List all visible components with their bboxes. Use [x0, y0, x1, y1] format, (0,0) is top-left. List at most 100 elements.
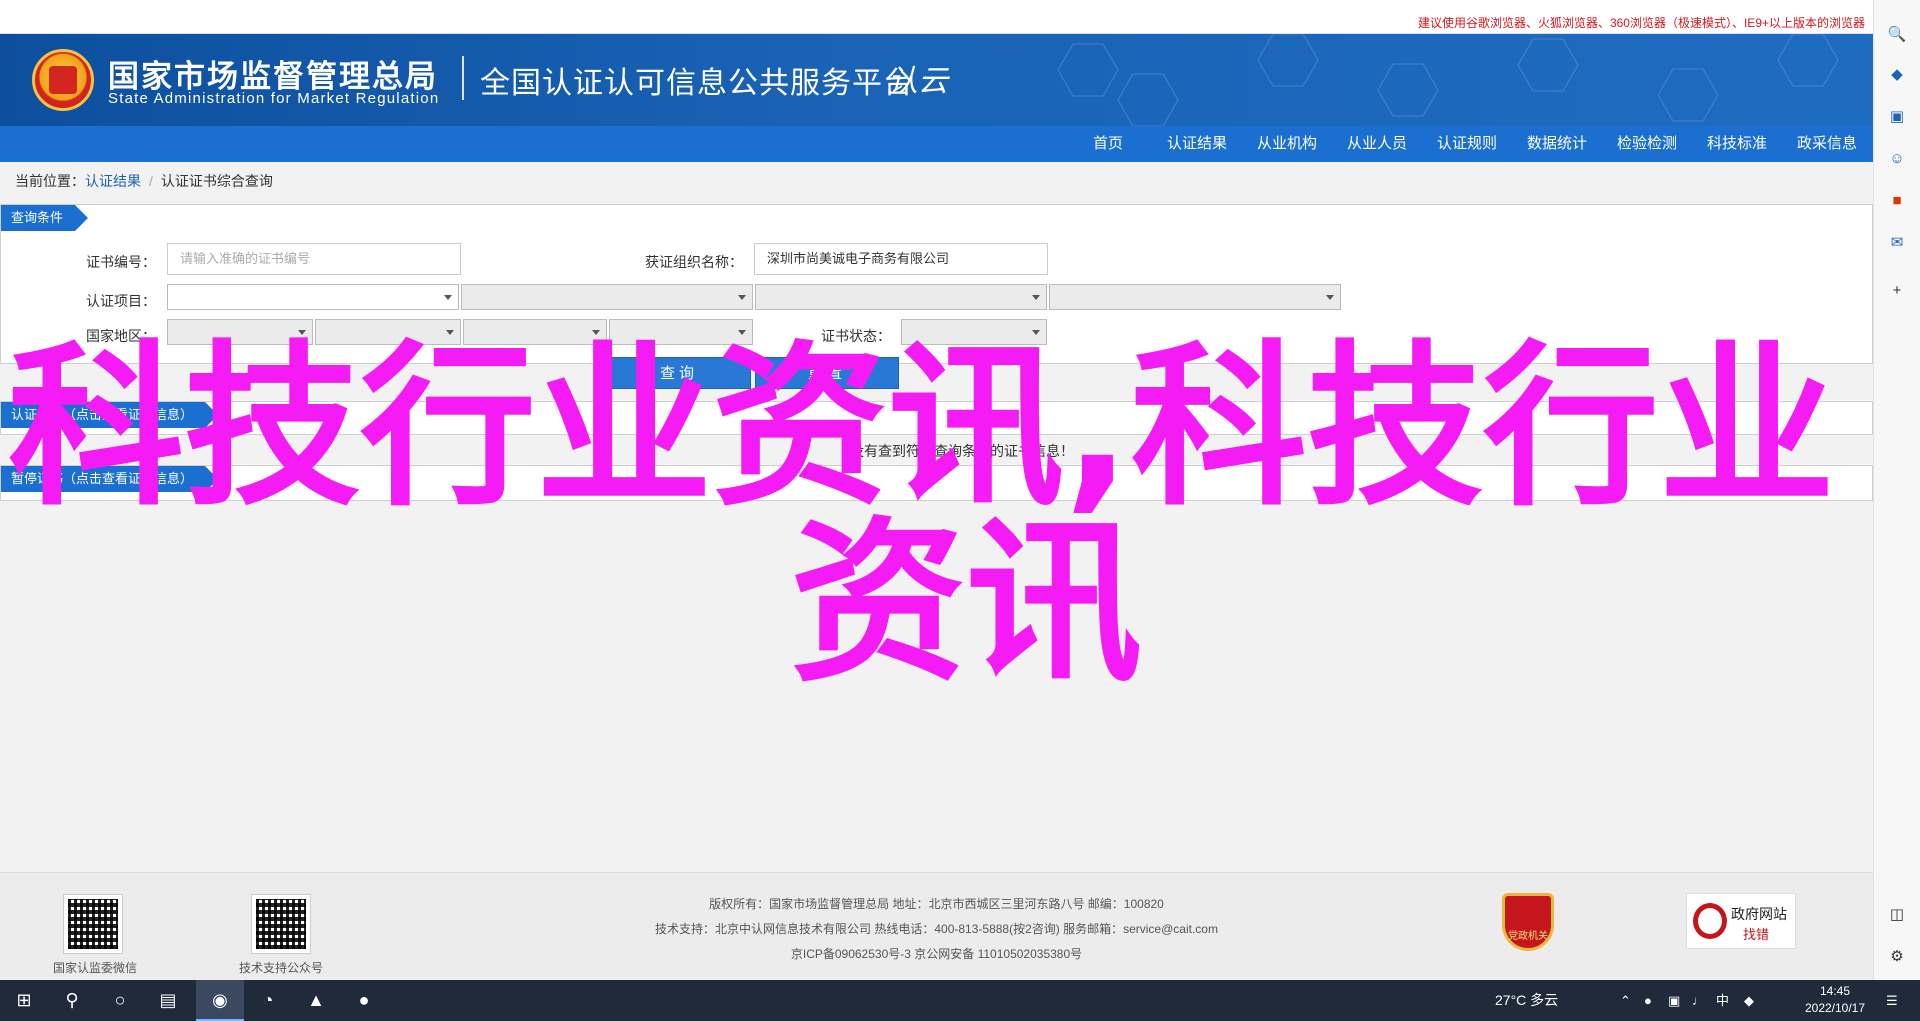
chevron-down-icon [738, 330, 746, 335]
query-button[interactable]: 查询 [607, 357, 751, 389]
region-label: 国家地区： [86, 328, 156, 344]
org-name-input[interactable]: 深圳市尚美诚电子商务有限公司 [754, 243, 1048, 275]
nav-item-personnel[interactable]: 从业人员 [1340, 126, 1414, 162]
windows-start-icon[interactable]: ⊞ [0, 980, 48, 1021]
hexagon-pattern [1057, 34, 1839, 126]
browser-sidebar: 🔍 ◆ ▣ ☺ ■ ✉ + ◫ ⚙ [1873, 0, 1920, 980]
breadcrumb-prefix: 当前位置： [15, 173, 85, 189]
tray-app-icon[interactable]: ● [1644, 980, 1652, 1021]
party-badge-label: 党政机关 [1508, 931, 1548, 942]
nav-item-home[interactable]: 首页 [1078, 126, 1138, 162]
chevron-down-icon [1032, 295, 1040, 300]
chevron-down-icon [1032, 330, 1040, 335]
header-banner: 国家市场监督管理总局 State Administration for Mark… [0, 34, 1873, 126]
breadcrumb: 当前位置：认证结果 / 认证证书综合查询 [15, 171, 273, 191]
search-icon[interactable]: ⚲ [48, 980, 96, 1021]
nav-item-procurement[interactable]: 政采信息 [1790, 126, 1864, 162]
windows-taskbar: ⊞ ⚲ ○ ▤ ◉ ◔ ▲ ● 27°C 多云 ⌃ ● ▣ ♩ 中 ◆ 14:4… [0, 980, 1920, 1021]
people-icon[interactable]: ☺ [1886, 148, 1908, 170]
notification-icon[interactable]: ☰ [1886, 980, 1898, 1021]
cert-project-select-2[interactable] [461, 284, 753, 310]
nav-item-institutions[interactable]: 从业机构 [1250, 126, 1324, 162]
network-icon[interactable]: ▣ [1668, 980, 1680, 1021]
chevron-down-icon [446, 330, 454, 335]
browser-page: 建议使用谷歌浏览器、火狐浏览器、360浏览器（极速模式）、IE9+以上版本的浏览… [0, 0, 1873, 980]
chevron-down-icon [444, 295, 452, 300]
chevron-down-icon [298, 330, 306, 335]
gov-badge-title: 政府网站 [1731, 906, 1787, 922]
app-icon[interactable]: ▲ [292, 980, 340, 1021]
nav-item-statistics[interactable]: 数据统计 [1520, 126, 1594, 162]
cert-project-select-3[interactable] [755, 284, 1047, 310]
cert-status-select[interactable] [901, 319, 1047, 345]
tray-chevron-icon[interactable]: ⌃ [1620, 980, 1631, 1021]
party-gov-badge[interactable]: 党政机关 [1502, 893, 1554, 951]
chevron-down-icon [1326, 295, 1334, 300]
overlay-watermark-text: 科技行业资讯,科技行业 资讯 [0, 340, 1873, 692]
nav-item-standards[interactable]: 科技标准 [1700, 126, 1774, 162]
org-name-en: State Administration for Market Regulati… [108, 90, 440, 107]
office-icon[interactable]: ■ [1886, 190, 1908, 212]
tag-icon[interactable]: ◆ [1886, 64, 1908, 86]
region-select-1[interactable] [167, 319, 313, 345]
platform-title: 全国认证认可信息公共服务平台 [480, 67, 914, 100]
volume-icon[interactable]: ♩ [1692, 980, 1705, 1021]
breadcrumb-link[interactable]: 认证结果 [85, 173, 141, 189]
search-icon[interactable]: 🔍 [1886, 24, 1908, 46]
suspended-panel: 暂停证书（点击查看证书信息） [0, 465, 1873, 501]
breadcrumb-separator: / [149, 173, 153, 189]
gov-site-error-badge[interactable]: 政府网站 找错 [1686, 893, 1796, 949]
empty-result-message: 没有查到符合查询条件的证书信息！ [850, 443, 1074, 459]
cortana-icon[interactable]: ○ [96, 980, 144, 1021]
weather-widget[interactable]: 27°C 多云 [1495, 980, 1558, 1021]
footer-copyright: 版权所有：国家市场监督管理总局 地址：北京市西城区三里河东路八号 邮编：1008… [709, 897, 1164, 911]
region-select-2[interactable] [315, 319, 461, 345]
query-panel-title: 查询条件 [1, 205, 89, 231]
clock-time: 14:45 [1819, 984, 1851, 998]
task-view-icon[interactable]: ▤ [144, 980, 192, 1021]
chevron-down-icon [592, 330, 600, 335]
settings-gear-icon[interactable]: ⚙ [1886, 946, 1908, 968]
cert-no-label: 证书编号： [86, 254, 156, 270]
footer: 国家认监委微信 技术支持公众号 版权所有：国家市场监督管理总局 地址：北京市西城… [0, 872, 1873, 980]
magnifier-icon [1693, 903, 1727, 939]
cert-no-input[interactable]: 请输入准确的证书编号 [167, 243, 461, 275]
result-panel-title[interactable]: 认证证书（点击查看证书信息） [1, 402, 219, 428]
screen: 建议使用谷歌浏览器、火狐浏览器、360浏览器（极速模式）、IE9+以上版本的浏览… [0, 0, 1920, 1021]
panel-toggle-icon[interactable]: ◫ [1886, 904, 1908, 926]
top-strip: 建议使用谷歌浏览器、火狐浏览器、360浏览器（极速模式）、IE9+以上版本的浏览… [0, 0, 1873, 34]
input-tool-icon[interactable]: ◆ [1744, 980, 1754, 1021]
cert-project-label: 认证项目： [86, 293, 156, 309]
reset-button[interactable]: 重置 [755, 357, 899, 389]
nav-item-cert-results[interactable]: 认证结果 [1160, 126, 1234, 162]
wechat-icon[interactable]: ● [340, 980, 388, 1021]
browser-notice: 建议使用谷歌浏览器、火狐浏览器、360浏览器（极速模式）、IE9+以上版本的浏览… [1417, 16, 1865, 30]
cert-project-select-1[interactable] [167, 284, 459, 310]
region-select-3[interactable] [463, 319, 607, 345]
national-emblem-icon [32, 49, 94, 111]
edge-browser-icon[interactable]: ◉ [196, 980, 244, 1021]
app-icon[interactable]: ◔ [244, 980, 292, 1021]
add-icon[interactable]: + [1886, 280, 1908, 302]
clock[interactable]: 14:45 2022/10/17 [1790, 983, 1880, 1017]
nav-item-inspection[interactable]: 检验检测 [1610, 126, 1684, 162]
overlay-line-2: 资讯 [790, 501, 1143, 706]
footer-support: 技术支持：北京中认网信息技术有限公司 热线电话：400-813-5888(按2咨… [655, 922, 1218, 936]
outlook-icon[interactable]: ✉ [1886, 232, 1908, 254]
footer-icp: 京ICP备09062530号-3 京公网安备 11010502035380号 [790, 947, 1083, 961]
org-name-label: 获证组织名称： [645, 254, 743, 270]
region-select-4[interactable] [609, 319, 753, 345]
clock-date: 2022/10/17 [1804, 1001, 1866, 1015]
main-nav: 首页 认证结果 从业机构 从业人员 认证规则 数据统计 检验检测 科技标准 政采… [0, 126, 1873, 162]
chevron-down-icon [738, 295, 746, 300]
platform-logo: 认云 [888, 64, 948, 99]
ime-indicator[interactable]: 中 [1716, 980, 1729, 1021]
toolbox-icon[interactable]: ▣ [1886, 106, 1908, 128]
cert-project-select-4[interactable] [1049, 284, 1341, 310]
result-panel: 认证证书（点击查看证书信息） [0, 401, 1873, 435]
query-panel: 查询条件 证书编号： 请输入准确的证书编号 获证组织名称： 深圳市尚美诚电子商务… [0, 204, 1873, 389]
cert-status-label: 证书状态： [821, 328, 891, 344]
banner-divider [462, 56, 464, 100]
nav-item-cert-rules[interactable]: 认证规则 [1430, 126, 1504, 162]
suspended-panel-title[interactable]: 暂停证书（点击查看证书信息） [1, 466, 219, 492]
